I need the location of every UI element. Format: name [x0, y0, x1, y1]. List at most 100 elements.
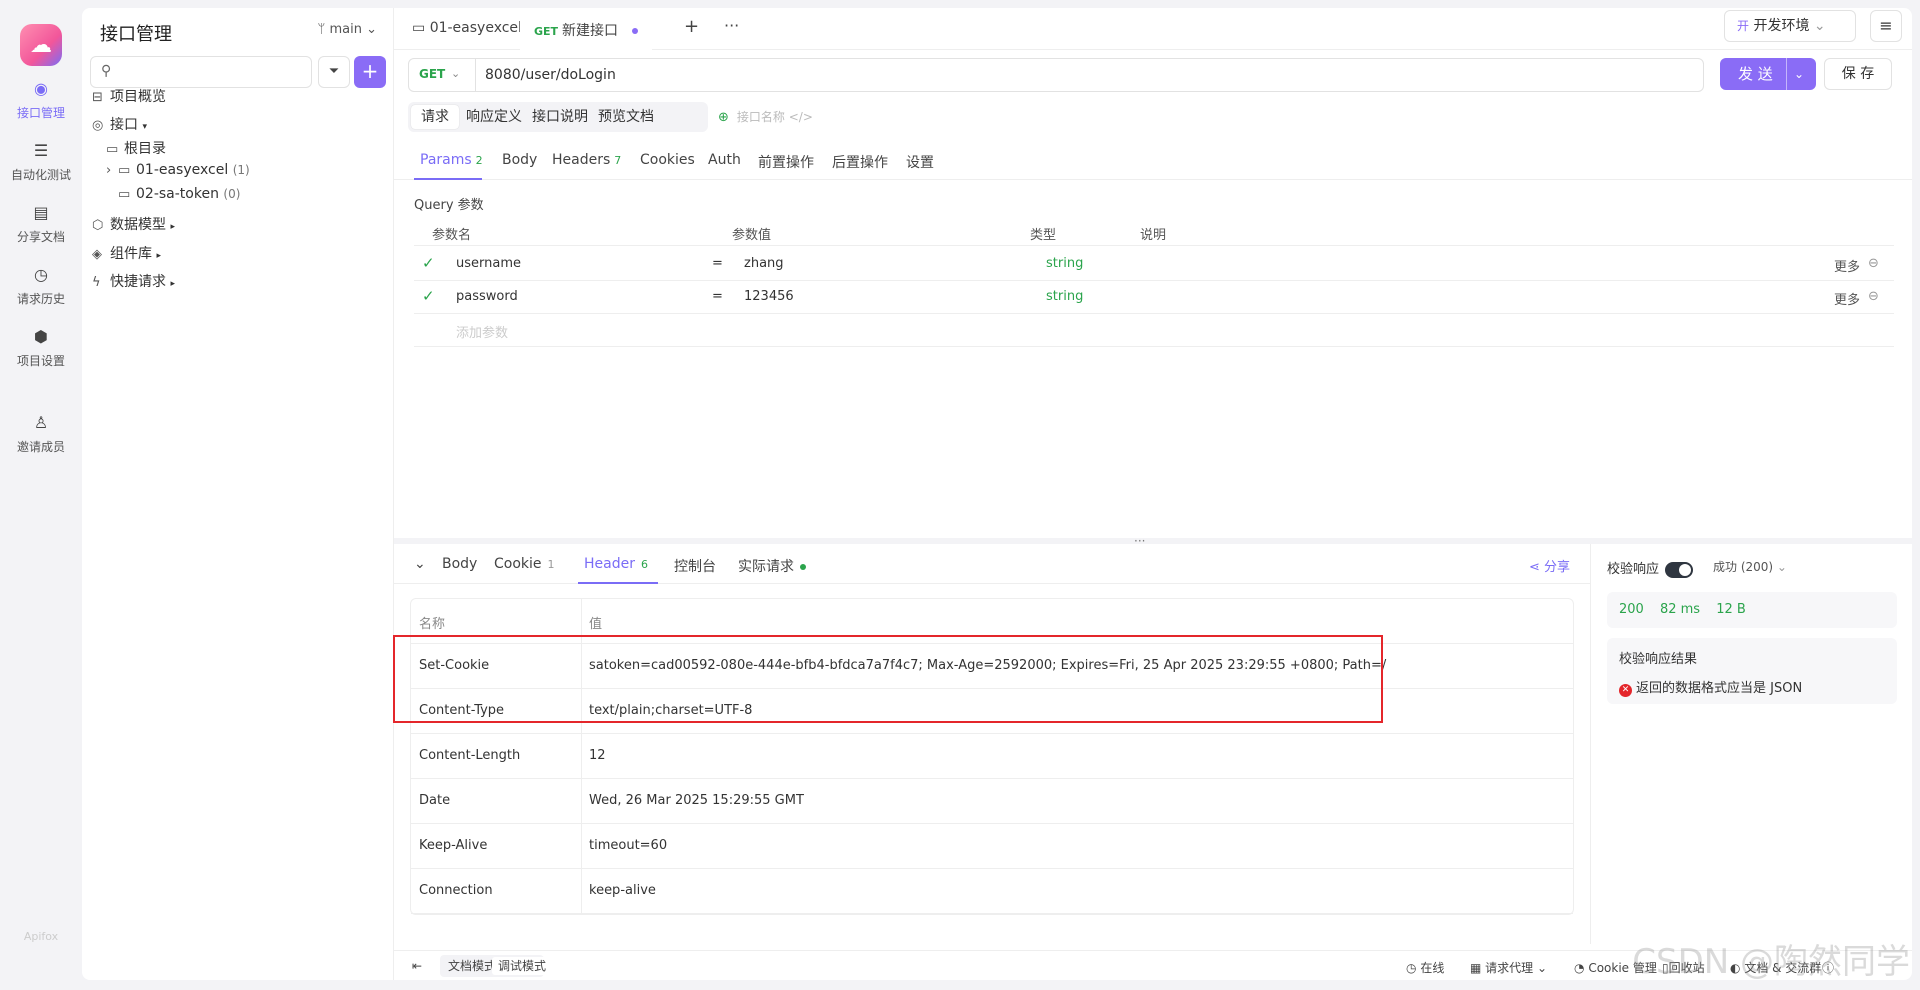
method-selector[interactable]: GET: [419, 67, 445, 81]
tab-count: 6: [640, 558, 648, 571]
validation-result: 校验响应结果 ✕ 返回的数据格式应当是 JSON: [1607, 638, 1897, 704]
rail-item-api[interactable]: ◉ 接口管理: [0, 78, 82, 121]
add-param-input[interactable]: 添加参数: [456, 322, 508, 341]
param-name[interactable]: password: [456, 289, 518, 304]
tab-response-body[interactable]: Body: [442, 556, 477, 572]
environment-selector[interactable]: 开 开发环境 ⌄: [1724, 10, 1856, 42]
rail-item-share-docs[interactable]: ▤ 分享文档: [0, 202, 82, 245]
more-button[interactable]: 更多: [1834, 256, 1860, 275]
tree-item-overview[interactable]: ⊟ 项目概览: [92, 86, 166, 106]
add-button[interactable]: +: [354, 56, 386, 88]
debug-mode-button[interactable]: 调试模式: [492, 957, 553, 975]
rail-item-label: 分享文档: [16, 230, 65, 244]
toggle-switch[interactable]: [1665, 561, 1694, 578]
rail-item-settings[interactable]: ⬢ 项目设置: [0, 326, 82, 369]
tab-count: 2: [475, 154, 483, 167]
tree-item-folder[interactable]: › ▭ 01-easyexcel (1): [106, 162, 250, 178]
tab-response-header[interactable]: Header 6: [584, 556, 648, 572]
collapse-sidebar-icon[interactable]: ⇤: [412, 959, 422, 973]
subtab-response-def[interactable]: 响应定义: [456, 105, 532, 129]
more-button[interactable]: 更多: [1834, 289, 1860, 308]
more-tabs-button[interactable]: ···: [724, 16, 739, 35]
folder-icon: ▭: [118, 163, 131, 178]
online-status[interactable]: ◷ 在线: [1406, 959, 1444, 976]
tab-cookies[interactable]: Cookies: [640, 152, 695, 168]
status-label: 成功 (200): [1713, 560, 1774, 574]
subtab-preview[interactable]: 预览文档: [588, 105, 664, 129]
collapse-button[interactable]: ⌄: [414, 556, 426, 572]
response-time: 82 ms: [1659, 602, 1701, 617]
tab-actual-request[interactable]: 实际请求: [738, 556, 806, 576]
check-circle-icon[interactable]: ✓: [422, 287, 435, 305]
chevron-down-icon: ⌄: [366, 22, 377, 37]
ellipsis-icon: ···: [724, 16, 740, 35]
tab-pre-ops[interactable]: 前置操作: [758, 152, 814, 172]
param-name[interactable]: username: [456, 256, 521, 271]
tab-body[interactable]: Body: [502, 152, 537, 168]
tab-params[interactable]: Params 2: [420, 152, 483, 168]
remove-icon[interactable]: ⊖: [1868, 289, 1879, 304]
proxy-button[interactable]: ▦ 请求代理 ⌄: [1470, 959, 1547, 976]
active-tab-underline: [414, 178, 482, 180]
share-label: 分享: [1543, 560, 1570, 575]
tab-console[interactable]: 控制台: [674, 556, 716, 576]
tab-folder[interactable]: ▭ 01-easyexcel: [412, 20, 522, 36]
tab-auth[interactable]: Auth: [708, 152, 741, 168]
save-button[interactable]: 保 存: [1824, 58, 1892, 90]
tab-post-ops[interactable]: 后置操作: [832, 152, 888, 172]
chevron-down-icon[interactable]: ⌄: [1794, 58, 1804, 90]
tab-headers[interactable]: Headers 7: [552, 152, 621, 168]
book-icon: ▤: [33, 203, 49, 222]
api-name-field[interactable]: ⊕ 接口名称 </>: [718, 108, 813, 125]
tree-item-root[interactable]: ▭ 根目录: [106, 138, 166, 158]
param-type[interactable]: string: [1046, 256, 1083, 271]
branch-name: main: [329, 22, 362, 37]
rail-item-label: 邀请成员: [16, 440, 65, 454]
error-icon: ✕: [1619, 684, 1632, 697]
app-logo-icon[interactable]: ☁: [20, 24, 62, 66]
tree-item-components[interactable]: ◈ 组件库 ▸: [92, 243, 161, 263]
param-value[interactable]: 123456: [744, 289, 794, 304]
query-params-label: Query 参数: [414, 198, 484, 213]
remove-icon[interactable]: ⊖: [1868, 256, 1879, 271]
subtab-request[interactable]: 请求: [411, 105, 459, 129]
history-icon: ◷: [34, 265, 48, 284]
tree-item-label: 01-easyexcel: [136, 162, 229, 178]
menu-button[interactable]: ≡: [1870, 10, 1902, 42]
response-size: 12 B: [1716, 602, 1746, 617]
params-tabs: Params 2 Body Headers 7 Cookies Auth 前置操作 …: [394, 144, 1912, 180]
send-button[interactable]: 发 送 ⌄: [1720, 58, 1816, 90]
send-label: 发 送: [1738, 65, 1773, 83]
new-tab-button[interactable]: +: [684, 16, 699, 37]
tree-item-folder[interactable]: ▭ 02-sa-token (0): [118, 186, 240, 202]
tree-item-quick-request[interactable]: ϟ 快捷请求 ▸: [92, 271, 175, 291]
response-stats: 200 82 ms 12 B: [1607, 592, 1897, 628]
rail-item-invite[interactable]: ♙ 邀请成员: [0, 412, 82, 455]
tab-response-cookie[interactable]: Cookie 1: [494, 556, 555, 572]
subtab-description[interactable]: 接口说明: [522, 105, 598, 129]
validate-response-toggle[interactable]: 校验响应: [1607, 558, 1694, 578]
caret-right-icon: ▸: [170, 279, 175, 289]
tree-item-data-model[interactable]: ⬡ 数据模型 ▸: [92, 214, 175, 234]
branch-selector[interactable]: ᛘ main ⌄: [318, 22, 377, 37]
param-type[interactable]: string: [1046, 289, 1083, 304]
header-name: Date: [419, 793, 451, 808]
tab-new-api[interactable]: GET 新建接口: [520, 8, 653, 50]
check-circle-icon[interactable]: ✓: [422, 254, 435, 272]
tree-item-api[interactable]: ◎ 接口 ▾: [92, 114, 147, 134]
header-value: 12: [589, 748, 606, 763]
status-selector[interactable]: 成功 (200) ⌄: [1713, 558, 1787, 575]
search-input[interactable]: ⚲: [90, 56, 312, 88]
tree-item-label: 组件库: [110, 246, 152, 262]
rail-item-history[interactable]: ◷ 请求历史: [0, 264, 82, 307]
caret-down-icon: ▾: [142, 122, 147, 132]
url-input[interactable]: 8080/user/doLogin: [485, 67, 616, 83]
share-button[interactable]: ⋖ 分享: [1529, 556, 1570, 575]
validation-title: 校验响应: [1607, 562, 1660, 577]
rail-item-label: 项目设置: [16, 354, 65, 368]
rail-item-automation[interactable]: ☰ 自动化测试: [0, 140, 82, 183]
param-value[interactable]: zhang: [744, 256, 784, 271]
filter-button[interactable]: ⏷: [318, 56, 350, 88]
tab-settings[interactable]: 设置: [906, 152, 934, 172]
active-tab-underline: [578, 582, 658, 584]
